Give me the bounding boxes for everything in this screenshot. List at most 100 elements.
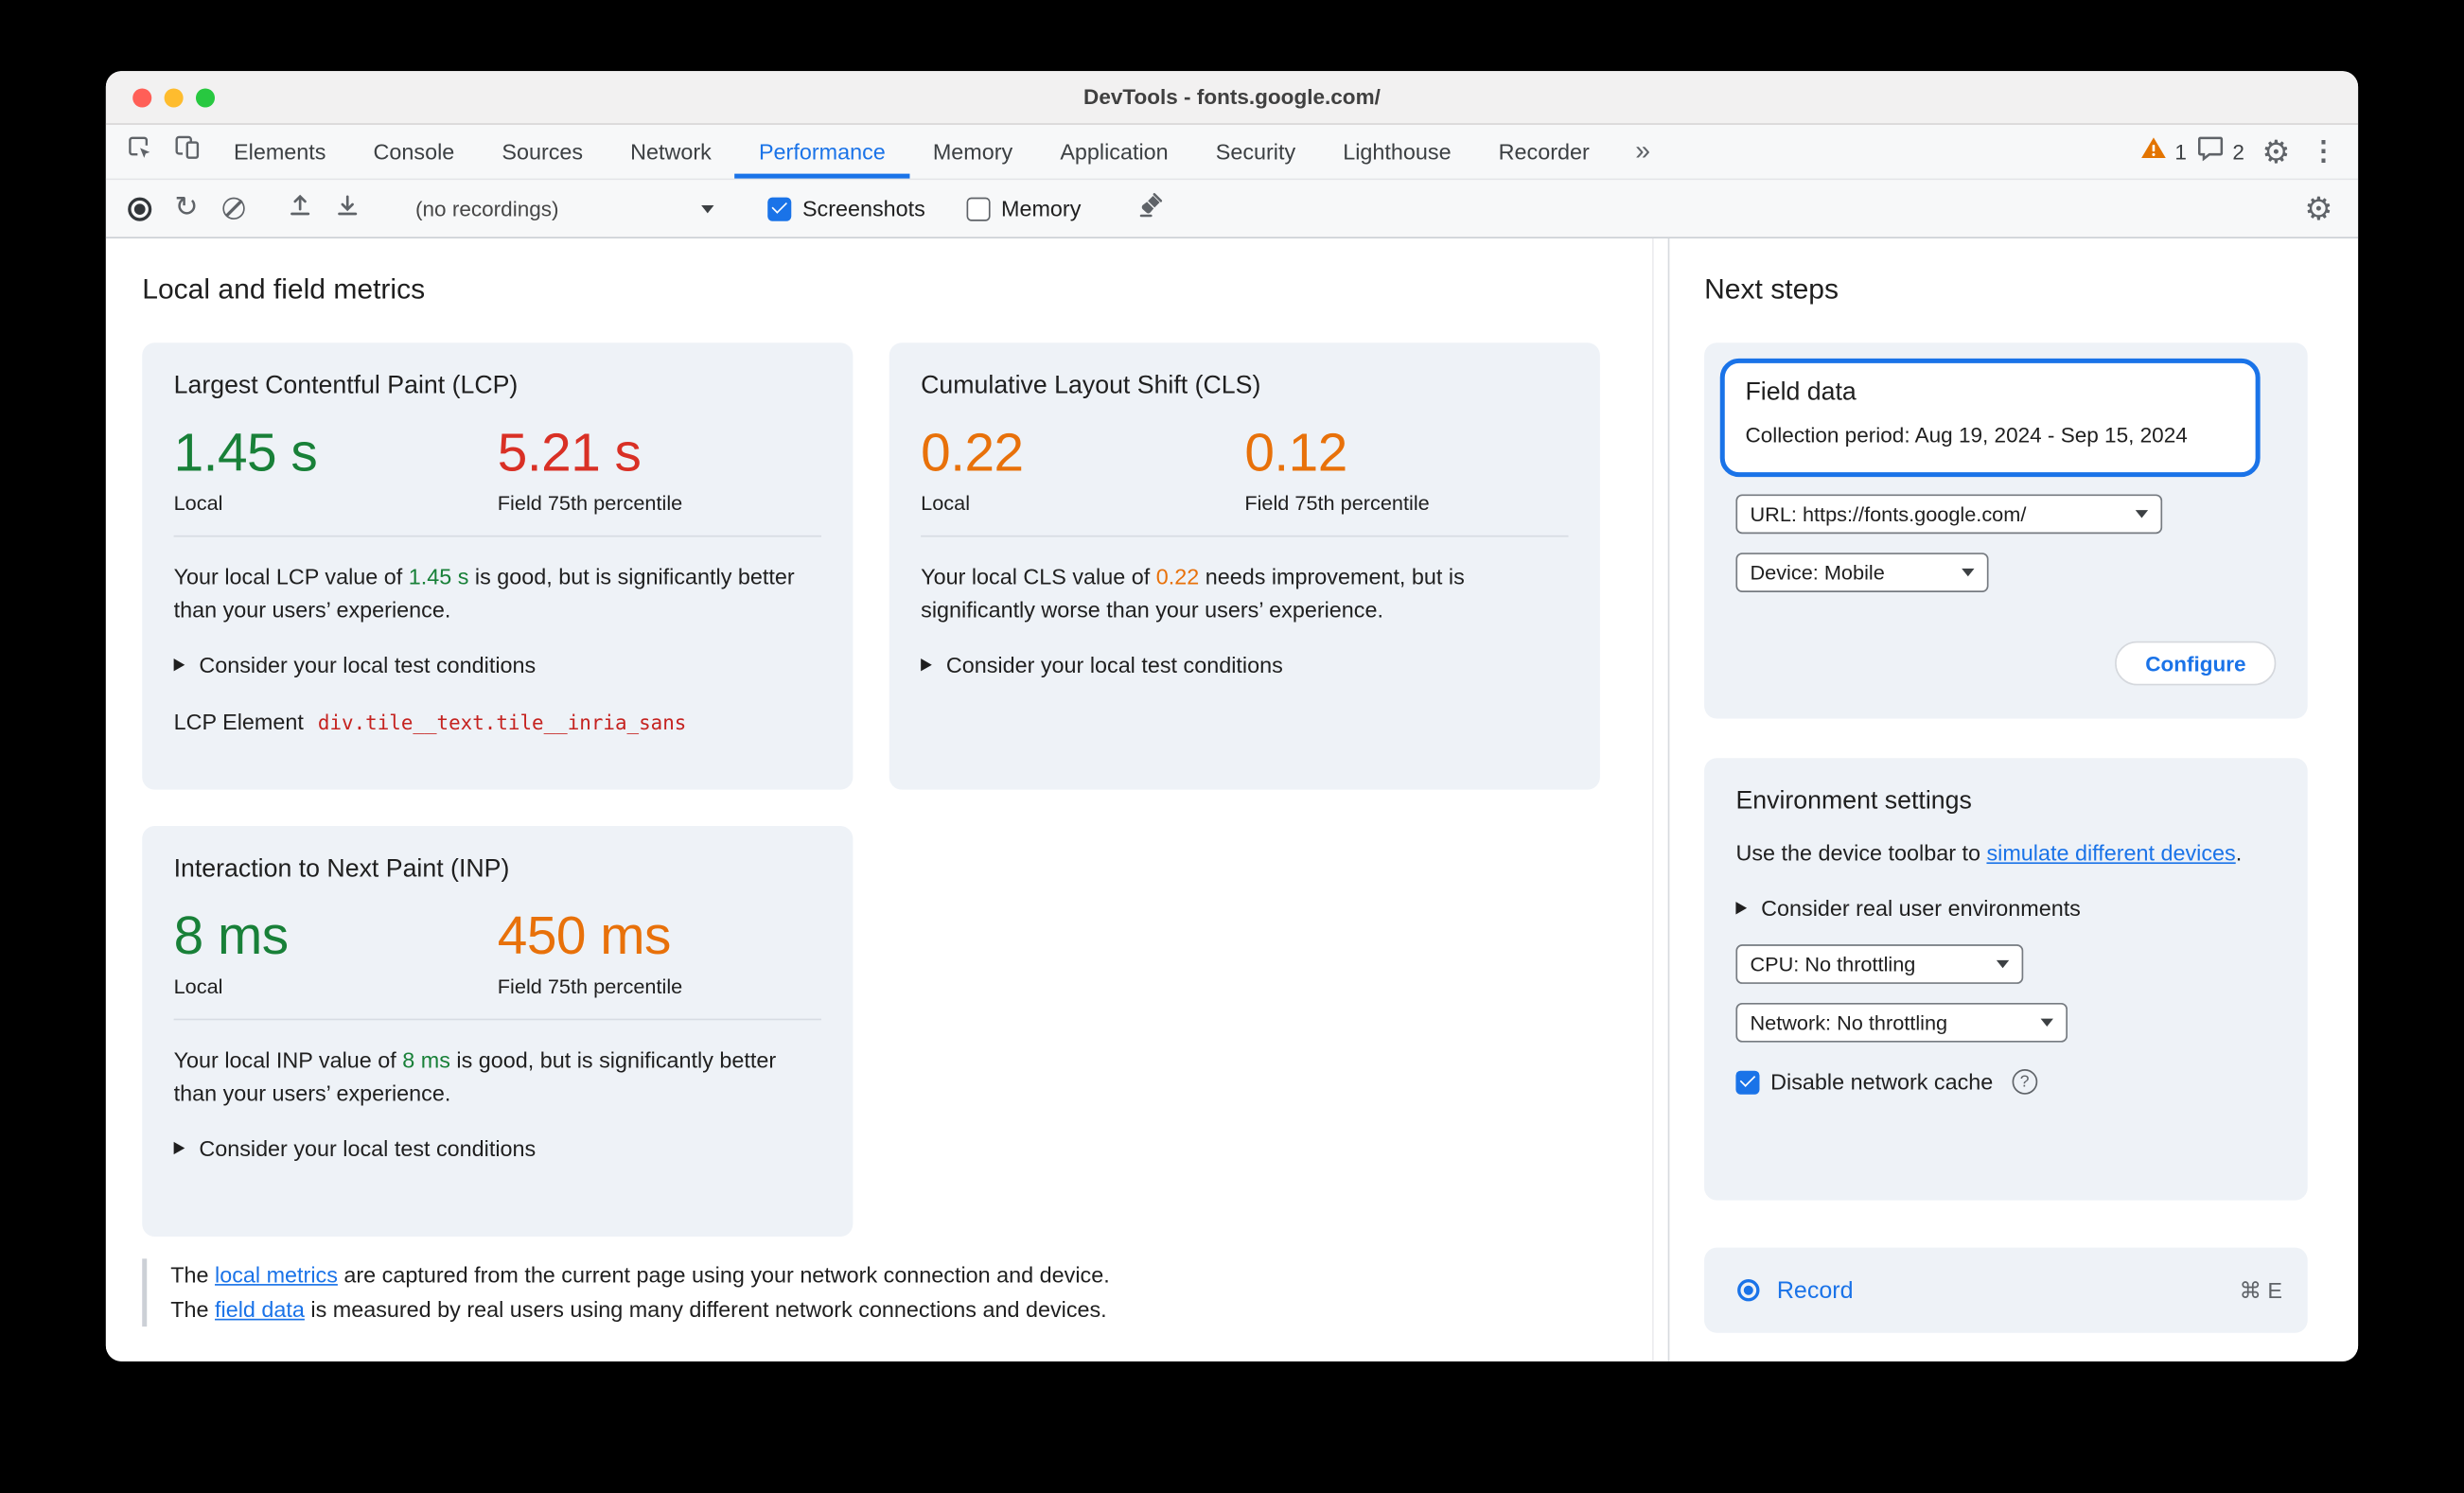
lcp-local-column: 1.45 s Local	[173, 424, 498, 516]
lcp-card: Largest Contentful Paint (LCP) 1.45 s Lo…	[142, 343, 854, 790]
footnote-text: is measured by real users using many dif…	[304, 1295, 1107, 1322]
footnote-text: The	[170, 1295, 216, 1322]
chevron-down-icon	[1996, 959, 2010, 969]
record-radio-icon	[1737, 1279, 1760, 1302]
disclosure-triangle-icon	[1735, 902, 1748, 915]
gear-icon: ⚙	[2262, 134, 2291, 170]
record-shortcut: ⌘ E	[2239, 1276, 2282, 1303]
screenshots-checkbox[interactable]	[767, 196, 792, 220]
tab-label: Recorder	[1498, 138, 1590, 165]
memory-checkbox[interactable]	[966, 196, 991, 220]
clear-button[interactable]	[210, 188, 257, 229]
cls-field-value: 0.12	[1244, 423, 1347, 483]
device-toolbar-button[interactable]	[163, 125, 210, 179]
minimize-button[interactable]	[164, 87, 184, 107]
save-profile-button[interactable]	[324, 188, 371, 229]
tab-console[interactable]: Console	[349, 125, 478, 179]
window-titlebar: DevTools - fonts.google.com/	[105, 71, 2359, 125]
tabbar-right-controls: 1 2 ⚙ ⋮	[2140, 125, 2358, 179]
warnings-badge[interactable]: 1	[2140, 136, 2187, 167]
zoom-button[interactable]	[195, 87, 216, 107]
chevron-down-icon	[1962, 568, 1975, 577]
tab-elements[interactable]: Elements	[210, 125, 349, 179]
devtools-tabbar: Elements Console Sources Network Perform…	[105, 124, 2359, 181]
tab-network[interactable]: Network	[607, 125, 735, 179]
tab-recorder[interactable]: Recorder	[1475, 125, 1613, 179]
lcp-disclosure[interactable]: Consider your local test conditions	[173, 652, 821, 678]
disable-cache-toggle[interactable]: Disable network cache ?	[1735, 1069, 2276, 1095]
lcp-description-prefix: Your local LCP value of	[173, 563, 409, 589]
field-data-link[interactable]: field data	[215, 1296, 305, 1322]
cls-values: 0.22 Local 0.12 Field 75th percentile	[921, 423, 1568, 516]
lcp-element-row: LCP Element div.tile__text.tile__inria_s…	[174, 709, 821, 734]
inp-card: Interaction to Next Paint (INP) 8 ms Loc…	[142, 825, 854, 1237]
settings-button[interactable]: ⚙	[2256, 132, 2297, 172]
page-title: Local and field metrics	[142, 272, 426, 306]
record-card[interactable]: Record ⌘ E	[1704, 1247, 2308, 1333]
local-metrics-link[interactable]: local metrics	[215, 1262, 338, 1288]
divider	[173, 535, 821, 537]
inp-disclosure-label: Consider your local test conditions	[199, 1135, 537, 1161]
desktop-background: DevTools - fonts.google.com/ Elements Co…	[0, 0, 2464, 1493]
help-icon[interactable]: ?	[2012, 1069, 2038, 1095]
inp-disclosure[interactable]: Consider your local test conditions	[173, 1135, 821, 1161]
disclosure-triangle-icon	[173, 1141, 185, 1155]
inp-description-value: 8 ms	[402, 1046, 450, 1073]
capture-settings-button[interactable]: ⚙	[2298, 188, 2339, 229]
device-select[interactable]: Device: Mobile	[1735, 553, 1989, 592]
chevron-down-icon	[2135, 510, 2149, 518]
gear-icon: ⚙	[2304, 191, 2333, 227]
screenshots-toggle[interactable]: Screenshots	[767, 196, 925, 221]
inp-local-column: 8 ms Local	[174, 907, 498, 998]
lcp-element-link[interactable]: div.tile__text.tile__inria_sans	[318, 711, 686, 734]
tab-performance[interactable]: Performance	[734, 125, 910, 179]
cls-description: Your local CLS value of 0.22 needs impro…	[921, 561, 1568, 627]
lcp-field-column: 5.21 s Field 75th percentile	[498, 424, 821, 515]
inspect-icon	[124, 132, 154, 170]
collect-garbage-button[interactable]	[1128, 188, 1175, 229]
close-button[interactable]	[132, 87, 152, 107]
lcp-element-label: LCP Element	[173, 709, 304, 735]
inspect-element-button[interactable]	[115, 125, 163, 179]
footnote-text: The	[170, 1261, 216, 1288]
memory-toggle[interactable]: Memory	[966, 196, 1081, 221]
tab-label: Memory	[932, 138, 1013, 165]
lcp-values: 1.45 s Local 5.21 s Field 75th percentil…	[173, 424, 821, 516]
tab-memory[interactable]: Memory	[909, 125, 1036, 179]
device-select-value: Device: Mobile	[1750, 560, 1885, 585]
tab-label: Application	[1060, 138, 1169, 165]
environments-disclosure[interactable]: Consider real user environments	[1735, 895, 2276, 921]
reload-and-record-button[interactable]: ↻	[163, 188, 210, 229]
disable-cache-checkbox[interactable]	[1735, 1069, 1760, 1094]
inp-field-column: 450 ms Field 75th percentile	[498, 907, 821, 998]
disclosure-triangle-icon	[173, 659, 185, 672]
cls-disclosure[interactable]: Consider your local test conditions	[921, 652, 1568, 677]
record-action-label: Record	[1776, 1276, 1854, 1304]
network-throttling-value: Network: No throttling	[1750, 1010, 1948, 1035]
more-options-button[interactable]: ⋮	[2308, 132, 2339, 172]
record-button[interactable]	[115, 188, 163, 229]
cls-local-label: Local	[921, 491, 971, 516]
kebab-menu-icon: ⋮	[2310, 135, 2337, 167]
network-throttling-select[interactable]: Network: No throttling	[1735, 1002, 2068, 1043]
load-profile-button[interactable]	[276, 188, 324, 229]
performance-toolbar: ↻ (no recordings) Screenshots Memory ⚙	[105, 180, 2359, 239]
lcp-disclosure-label: Consider your local test conditions	[199, 652, 537, 678]
next-steps-sidebar: Next steps Field data Collection period:…	[1667, 238, 2358, 1361]
url-select[interactable]: URL: https://fonts.google.com/	[1735, 494, 2163, 535]
tab-sources[interactable]: Sources	[478, 125, 607, 179]
tab-lighthouse[interactable]: Lighthouse	[1319, 125, 1474, 179]
simulate-devices-link[interactable]: simulate different devices	[1986, 840, 2235, 866]
tab-application[interactable]: Application	[1036, 125, 1191, 179]
left-pane-scrollbar[interactable]	[1651, 238, 1654, 1361]
configure-button[interactable]: Configure	[2115, 641, 2277, 686]
tab-security[interactable]: Security	[1192, 125, 1320, 179]
issues-count: 2	[2232, 139, 2244, 164]
more-tabs-button[interactable]: »	[1613, 125, 1673, 179]
issues-badge[interactable]: 2	[2198, 135, 2244, 168]
collect-garbage-icon	[1137, 191, 1166, 226]
cpu-throttling-select[interactable]: CPU: No throttling	[1735, 944, 2024, 984]
recordings-select[interactable]: (no recordings)	[403, 188, 727, 228]
inp-title: Interaction to Next Paint (INP)	[173, 855, 510, 884]
lcp-local-label: Local	[173, 491, 223, 516]
